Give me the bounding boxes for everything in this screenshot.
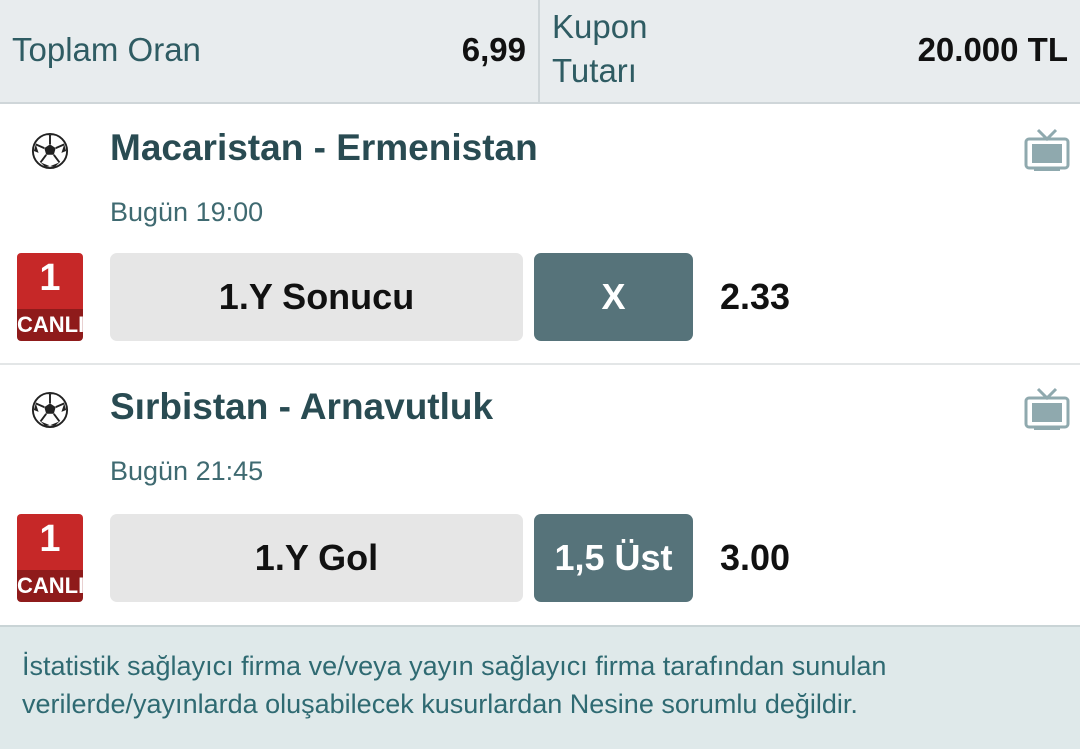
live-badge-number: 1 bbox=[17, 514, 83, 574]
disclaimer-text: İstatistik sağlayıcı firma ve/veya yayın… bbox=[22, 651, 887, 719]
tv-icon[interactable] bbox=[1024, 128, 1070, 172]
tv-icon[interactable] bbox=[1024, 387, 1070, 431]
coupon-amount-label: Kupon Tutarı bbox=[552, 8, 648, 89]
match-title[interactable]: Sırbistan - Arnavutluk bbox=[110, 385, 493, 429]
match-row: Sırbistan - Arnavutluk Bugün 21:45 1 CAN… bbox=[0, 365, 1080, 625]
live-badge-number: 1 bbox=[17, 253, 83, 313]
live-badge-label: CANLI bbox=[17, 570, 83, 602]
soccer-ball-icon bbox=[31, 132, 69, 170]
soccer-ball-icon bbox=[31, 391, 69, 429]
total-odds-value: 6,99 bbox=[461, 31, 526, 68]
live-badge: 1 CANLI bbox=[17, 253, 83, 341]
match-time: Bugün 21:45 bbox=[110, 456, 264, 486]
live-badge: 1 CANLI bbox=[17, 514, 83, 602]
match-row: Macaristan - Ermenistan Bugün 19:00 1 CA… bbox=[0, 104, 1080, 364]
total-odds-label: Toplam Oran bbox=[12, 31, 201, 68]
match-time: Bugün 19:00 bbox=[110, 197, 264, 227]
odd-value: 3.00 bbox=[720, 537, 791, 578]
coupon-amount-value: 20.000 TL bbox=[917, 31, 1068, 68]
pick-button[interactable]: 1,5 Üst bbox=[534, 514, 693, 602]
pick-button[interactable]: X bbox=[534, 253, 693, 341]
coupon-amount-cell: Kupon Tutarı 20.000 TL bbox=[540, 0, 1080, 102]
coupon-page: Toplam Oran 6,99 Kupon Tutarı 20.000 TL … bbox=[0, 0, 1080, 749]
disclaimer-notice: İstatistik sağlayıcı firma ve/veya yayın… bbox=[0, 625, 1080, 749]
coupon-summary: Toplam Oran 6,99 Kupon Tutarı 20.000 TL bbox=[0, 0, 1080, 104]
odd-value: 2.33 bbox=[720, 276, 791, 317]
market-button[interactable]: 1.Y Gol bbox=[110, 514, 523, 602]
total-odds-cell: Toplam Oran 6,99 bbox=[0, 0, 538, 102]
match-title[interactable]: Macaristan - Ermenistan bbox=[110, 126, 538, 170]
market-button[interactable]: 1.Y Sonucu bbox=[110, 253, 523, 341]
live-badge-label: CANLI bbox=[17, 309, 83, 341]
